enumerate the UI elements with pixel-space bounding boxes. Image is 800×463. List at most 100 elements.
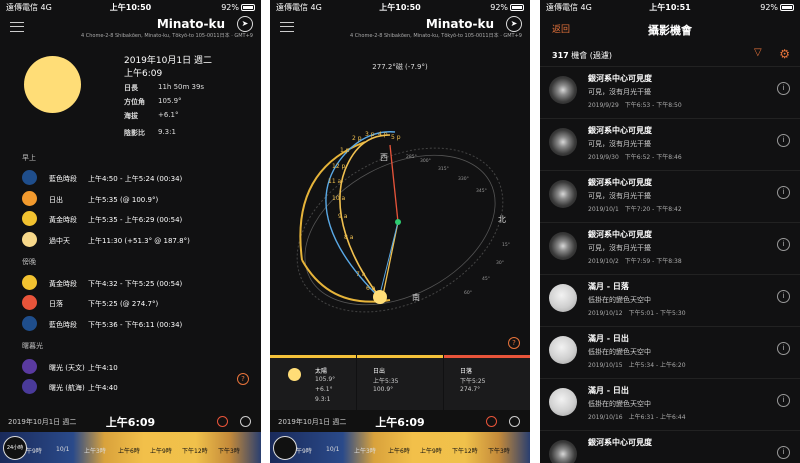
event-row[interactable]: 藍色時段 下午5:36 - 下午6:11 (00:34) — [22, 316, 252, 332]
help-icon[interactable]: ? — [237, 373, 249, 385]
reset-time-icon[interactable] — [486, 416, 497, 427]
event-row[interactable]: 日出 上午5:35 (@ 100.9°) — [22, 191, 252, 207]
opportunity-subtitle: 可見，沒有月光干擾 — [588, 244, 651, 252]
sun-path-compass[interactable]: 5 p 4 p 3 p 2 p 1 p 12 p 11 a 10 a 9 a 8… — [270, 50, 530, 350]
full-moon-icon — [549, 284, 577, 312]
carrier: 遠傳電信 4G — [276, 2, 322, 12]
milky-way-icon — [549, 180, 577, 208]
svg-text:4 p: 4 p — [378, 131, 388, 138]
clock-icon[interactable] — [240, 416, 251, 427]
filter-icon[interactable]: ▽ — [754, 48, 764, 58]
opportunity-row[interactable]: 銀河系中心可見度 可見，沒有月光干擾 2019/9/29 下午6:53 - 下午8:5… — [540, 66, 800, 118]
svg-text:285°: 285° — [406, 154, 417, 160]
opportunity-time-range: 下午7:59 - 下午8:38 — [624, 258, 682, 265]
event-name: 黃金時段 — [49, 216, 77, 224]
svg-text:300°: 300° — [420, 158, 431, 164]
menu-icon[interactable] — [10, 22, 24, 32]
card-label: 日出 — [373, 368, 386, 375]
event-row[interactable]: 黃金時段 下午4:32 - 下午5:25 (00:54) — [22, 275, 252, 291]
location-title[interactable]: Minato-ku — [426, 17, 494, 31]
clock: 上午10:50 — [379, 2, 421, 12]
page-title: 攝影機會 — [648, 24, 692, 37]
opportunity-row[interactable]: 銀河系中心可見度 可見，沒有月光干擾 2019/9/30 下午6:52 - 下午8:4… — [540, 118, 800, 170]
battery: 92% — [172, 3, 255, 12]
event-dot — [22, 191, 37, 206]
sun-icon — [288, 368, 301, 381]
status-bar: 遠傳電信 4G 上午10:50 92% — [270, 0, 530, 14]
timeline-mode-knob[interactable]: 24小時 — [3, 436, 27, 460]
event-row[interactable]: 過中天 上午11:30 (+51.3° @ 187.8°) — [22, 232, 252, 248]
timeline-mode-knob[interactable] — [273, 436, 297, 460]
event-dot — [22, 295, 37, 310]
timeline-scrubber[interactable]: 下午9時 10/1 上午3時 上午6時 上午9時 下午12時 下午3時 — [0, 432, 261, 463]
timeline-tick: 10/1 — [326, 446, 340, 453]
info-icon[interactable]: i — [777, 134, 790, 147]
timeline-scrubber[interactable]: 下午9時 10/1 上午3時 上午6時 上午9時 下午12時 下午3時 — [270, 432, 530, 463]
info-icon[interactable]: i — [777, 394, 790, 407]
milky-way-icon — [549, 76, 577, 104]
opportunity-time-range: 下午6:52 - 下午8:46 — [624, 154, 682, 161]
svg-text:30°: 30° — [496, 260, 504, 266]
card-value: 105.9° — [315, 376, 336, 383]
event-row[interactable]: 黃金時段 上午5:35 - 上午6:29 (00:54) — [22, 211, 252, 227]
opportunity-subtitle: 低掛在的變色天空中 — [588, 348, 651, 356]
navigation-arrow-icon[interactable]: ➤ — [237, 16, 253, 32]
info-icon[interactable]: i — [777, 342, 790, 355]
opportunity-time-range: 上午6:31 - 上午6:44 — [628, 414, 686, 421]
opportunity-row[interactable]: 銀河系中心可見度 可見，沒有月光干擾 2019/10/1 下午7:20 - 下午8:4… — [540, 170, 800, 222]
svg-text:12 p: 12 p — [332, 163, 346, 170]
card-sunset[interactable]: 日落 下午5:25 274.7° — [444, 355, 530, 410]
gear-icon[interactable]: ⚙ — [779, 47, 790, 61]
info-time: 上午6:09 — [124, 69, 163, 79]
card-sunrise[interactable]: 日出 上午5:35 100.9° — [357, 355, 443, 410]
info-date: 2019年10月1日 週二 — [124, 56, 212, 66]
info-icon[interactable]: i — [777, 290, 790, 303]
header: Minato-ku 4 Chome-2-8 Shibakōen, Minato-… — [270, 14, 530, 44]
event-row[interactable]: 曙光 (航海) 上午4:40 — [22, 379, 252, 395]
opportunity-date: 2019/10/15 上午5:34 - 上午6:20 — [588, 362, 686, 369]
timeline-tick: 下午3時 — [218, 448, 240, 455]
observer-pin[interactable] — [395, 219, 401, 225]
card-label: 太陽 — [315, 368, 328, 375]
opportunity-time-range: 上午5:34 - 上午6:20 — [628, 362, 686, 369]
opportunity-row[interactable]: 滿月 - 日落 低掛在的變色天空中 2019/10/12 下午5:01 - 下午5:3… — [540, 274, 800, 326]
opportunity-subtitle: 可見，沒有月光干擾 — [588, 192, 651, 200]
clock-icon[interactable] — [509, 416, 520, 427]
svg-text:45°: 45° — [482, 276, 490, 282]
opportunity-row[interactable]: 銀河系中心可見度 i — [540, 430, 800, 463]
timeline-tick: 下午12時 — [452, 448, 478, 455]
carrier: 遠傳電信 4G — [6, 2, 52, 12]
info-icon[interactable]: i — [777, 186, 790, 199]
help-icon[interactable]: ? — [508, 337, 520, 349]
opportunity-row[interactable]: 滿月 - 日出 低掛在的變色天空中 2019/10/15 上午5:34 - 上午6:2… — [540, 326, 800, 378]
reset-time-icon[interactable] — [217, 416, 228, 427]
phone-sun-info: 遠傳電信 4G 上午10:50 92% Minato-ku 4 Chome-2-… — [0, 0, 261, 463]
opportunity-row[interactable]: 滿月 - 日出 低掛在的變色天空中 2019/10/16 上午6:31 - 上午6:4… — [540, 378, 800, 430]
status-bar: 遠傳電信 4G 上午10:50 92% — [0, 0, 261, 14]
svg-text:330°: 330° — [458, 176, 469, 182]
section-twilight: 曙暮光 — [22, 342, 43, 350]
timeline-tick: 10/1 — [56, 446, 70, 453]
event-row[interactable]: 藍色時段 上午4:50 - 上午5:24 (00:34) — [22, 170, 252, 186]
event-row[interactable]: 曙光 (天文) 上午4:10 — [22, 359, 252, 375]
card-sun[interactable]: 太陽 105.9° +6.1° 9.3:1 — [270, 355, 356, 410]
location-title[interactable]: Minato-ku — [157, 17, 225, 31]
clock: 上午10:50 — [109, 2, 152, 12]
full-moon-icon — [549, 388, 577, 416]
navigation-arrow-icon[interactable]: ➤ — [506, 16, 522, 32]
info-icon[interactable]: i — [777, 82, 790, 95]
opportunity-row[interactable]: 銀河系中心可見度 可見，沒有月光干擾 2019/10/2 下午7:59 - 下午8:3… — [540, 222, 800, 274]
event-name: 曙光 (航海) — [49, 384, 85, 392]
svg-text:1 p: 1 p — [340, 147, 350, 154]
current-sun-marker[interactable] — [373, 290, 387, 304]
info-icon[interactable]: i — [777, 446, 790, 459]
menu-icon[interactable] — [280, 22, 294, 32]
opportunity-date: 2019/9/30 下午6:52 - 下午8:46 — [588, 154, 682, 161]
event-name: 日落 — [49, 300, 63, 308]
event-time: 下午5:25 (@ 274.7°) — [88, 300, 159, 308]
carrier: 遠傳電信 4G — [546, 2, 592, 12]
event-row[interactable]: 日落 下午5:25 (@ 274.7°) — [22, 295, 252, 311]
compass-ring — [296, 147, 504, 313]
opportunity-date: 2019/10/12 下午5:01 - 下午5:30 — [588, 310, 686, 317]
info-icon[interactable]: i — [777, 238, 790, 251]
